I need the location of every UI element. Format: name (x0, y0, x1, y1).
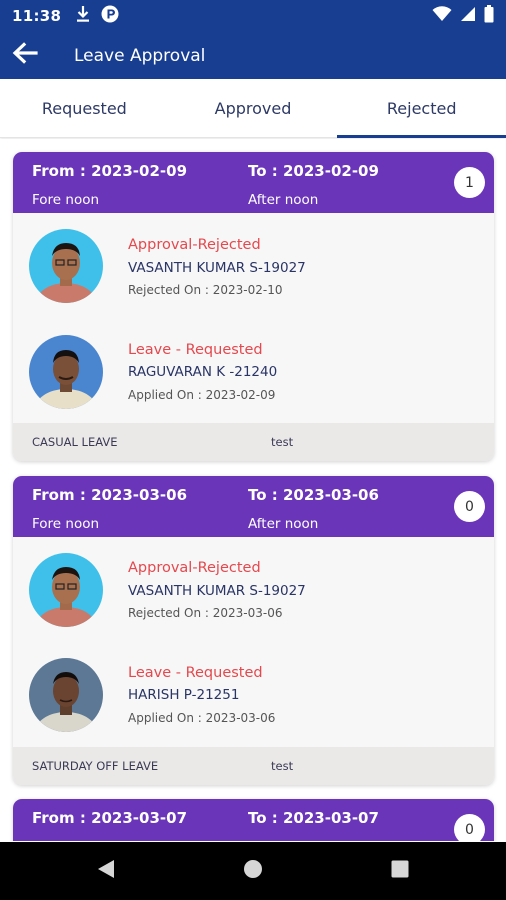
request-status: Leave - Requested (128, 342, 263, 358)
requester-name: HARISH P-21251 (128, 687, 240, 703)
download-icon (75, 5, 91, 28)
approver-row: Approval-Rejected VASANTH KUMAR S-19027 … (13, 537, 494, 642)
request-status: Leave - Requested (128, 665, 263, 681)
card-header: From : 2023-03-06 To : 2023-03-06 Fore n… (13, 476, 494, 537)
tab-approved[interactable]: Approved (169, 79, 338, 137)
leave-reason: test (271, 759, 294, 773)
to-session: After noon (248, 192, 319, 208)
from-date: From : 2023-02-09 (32, 162, 188, 180)
to-date: To : 2023-02-09 (248, 162, 379, 180)
arrow-left-icon (12, 42, 38, 69)
card-footer: SATURDAY OFF LEAVE test (13, 747, 494, 785)
applied-date: Applied On : 2023-02-09 (128, 388, 276, 402)
nav-back-button[interactable] (76, 842, 136, 900)
requester-row: Leave - Requested HARISH P-21251 Applied… (13, 642, 494, 747)
approval-status: Approval-Rejected (128, 237, 261, 253)
avatar (29, 658, 103, 732)
to-session: After noon (248, 516, 319, 532)
battery-icon (484, 4, 494, 28)
tab-requested[interactable]: Requested (0, 79, 169, 137)
tab-rejected[interactable]: Rejected (337, 79, 506, 138)
tab-bar: Requested Approved Rejected (0, 79, 506, 138)
approval-status: Approval-Rejected (128, 560, 261, 576)
card-footer: CASUAL LEAVE test (13, 423, 494, 461)
approver-name: VASANTH KUMAR S-19027 (128, 583, 306, 599)
nav-recents-button[interactable] (370, 842, 430, 900)
wifi-icon (432, 5, 452, 27)
avatar (29, 335, 103, 409)
home-circle-icon (243, 859, 263, 884)
page-title: Leave Approval (74, 45, 206, 66)
leave-card[interactable]: From : 2023-03-06 To : 2023-03-06 Fore n… (13, 476, 494, 785)
signal-icon (460, 6, 476, 27)
leave-type: SATURDAY OFF LEAVE (32, 759, 159, 773)
avatar (29, 553, 103, 627)
rejected-date: Rejected On : 2023-02-10 (128, 283, 283, 297)
nav-home-button[interactable] (223, 842, 283, 900)
to-date: To : 2023-03-07 (248, 809, 379, 827)
count-badge: 1 (454, 167, 485, 198)
count-badge: 0 (454, 814, 485, 841)
system-nav-bar (0, 842, 506, 900)
back-button[interactable] (0, 32, 50, 79)
recents-square-icon (391, 860, 409, 883)
card-header: From : 2023-02-09 To : 2023-02-09 Fore n… (13, 152, 494, 213)
from-session: Fore noon (32, 516, 100, 532)
app-notification-icon (101, 5, 119, 28)
from-date: From : 2023-03-07 (32, 809, 188, 827)
status-time: 11:38 (12, 7, 62, 25)
from-session: Fore noon (32, 192, 100, 208)
status-bar: 11:38 (0, 0, 506, 32)
rejected-date: Rejected On : 2023-03-06 (128, 606, 283, 620)
approver-row: Approval-Rejected VASANTH KUMAR S-19027 … (13, 213, 494, 318)
leave-card[interactable]: From : 2023-02-09 To : 2023-02-09 Fore n… (13, 152, 494, 461)
leave-reason: test (271, 435, 294, 449)
applied-date: Applied On : 2023-03-06 (128, 711, 276, 725)
back-triangle-icon (97, 859, 115, 884)
leave-type: CASUAL LEAVE (32, 435, 118, 449)
avatar (29, 229, 103, 303)
requester-name: RAGUVARAN K -21240 (128, 364, 278, 380)
approver-name: VASANTH KUMAR S-19027 (128, 260, 306, 276)
leave-list: From : 2023-02-09 To : 2023-02-09 Fore n… (0, 139, 506, 841)
count-badge: 0 (454, 491, 485, 522)
requester-row: Leave - Requested RAGUVARAN K -21240 App… (13, 318, 494, 423)
leave-card[interactable]: From : 2023-03-07 To : 2023-03-07 0 (13, 799, 494, 841)
to-date: To : 2023-03-06 (248, 486, 379, 504)
card-header: From : 2023-03-07 To : 2023-03-07 0 (13, 799, 494, 841)
from-date: From : 2023-03-06 (32, 486, 188, 504)
app-bar: Leave Approval (0, 32, 506, 79)
